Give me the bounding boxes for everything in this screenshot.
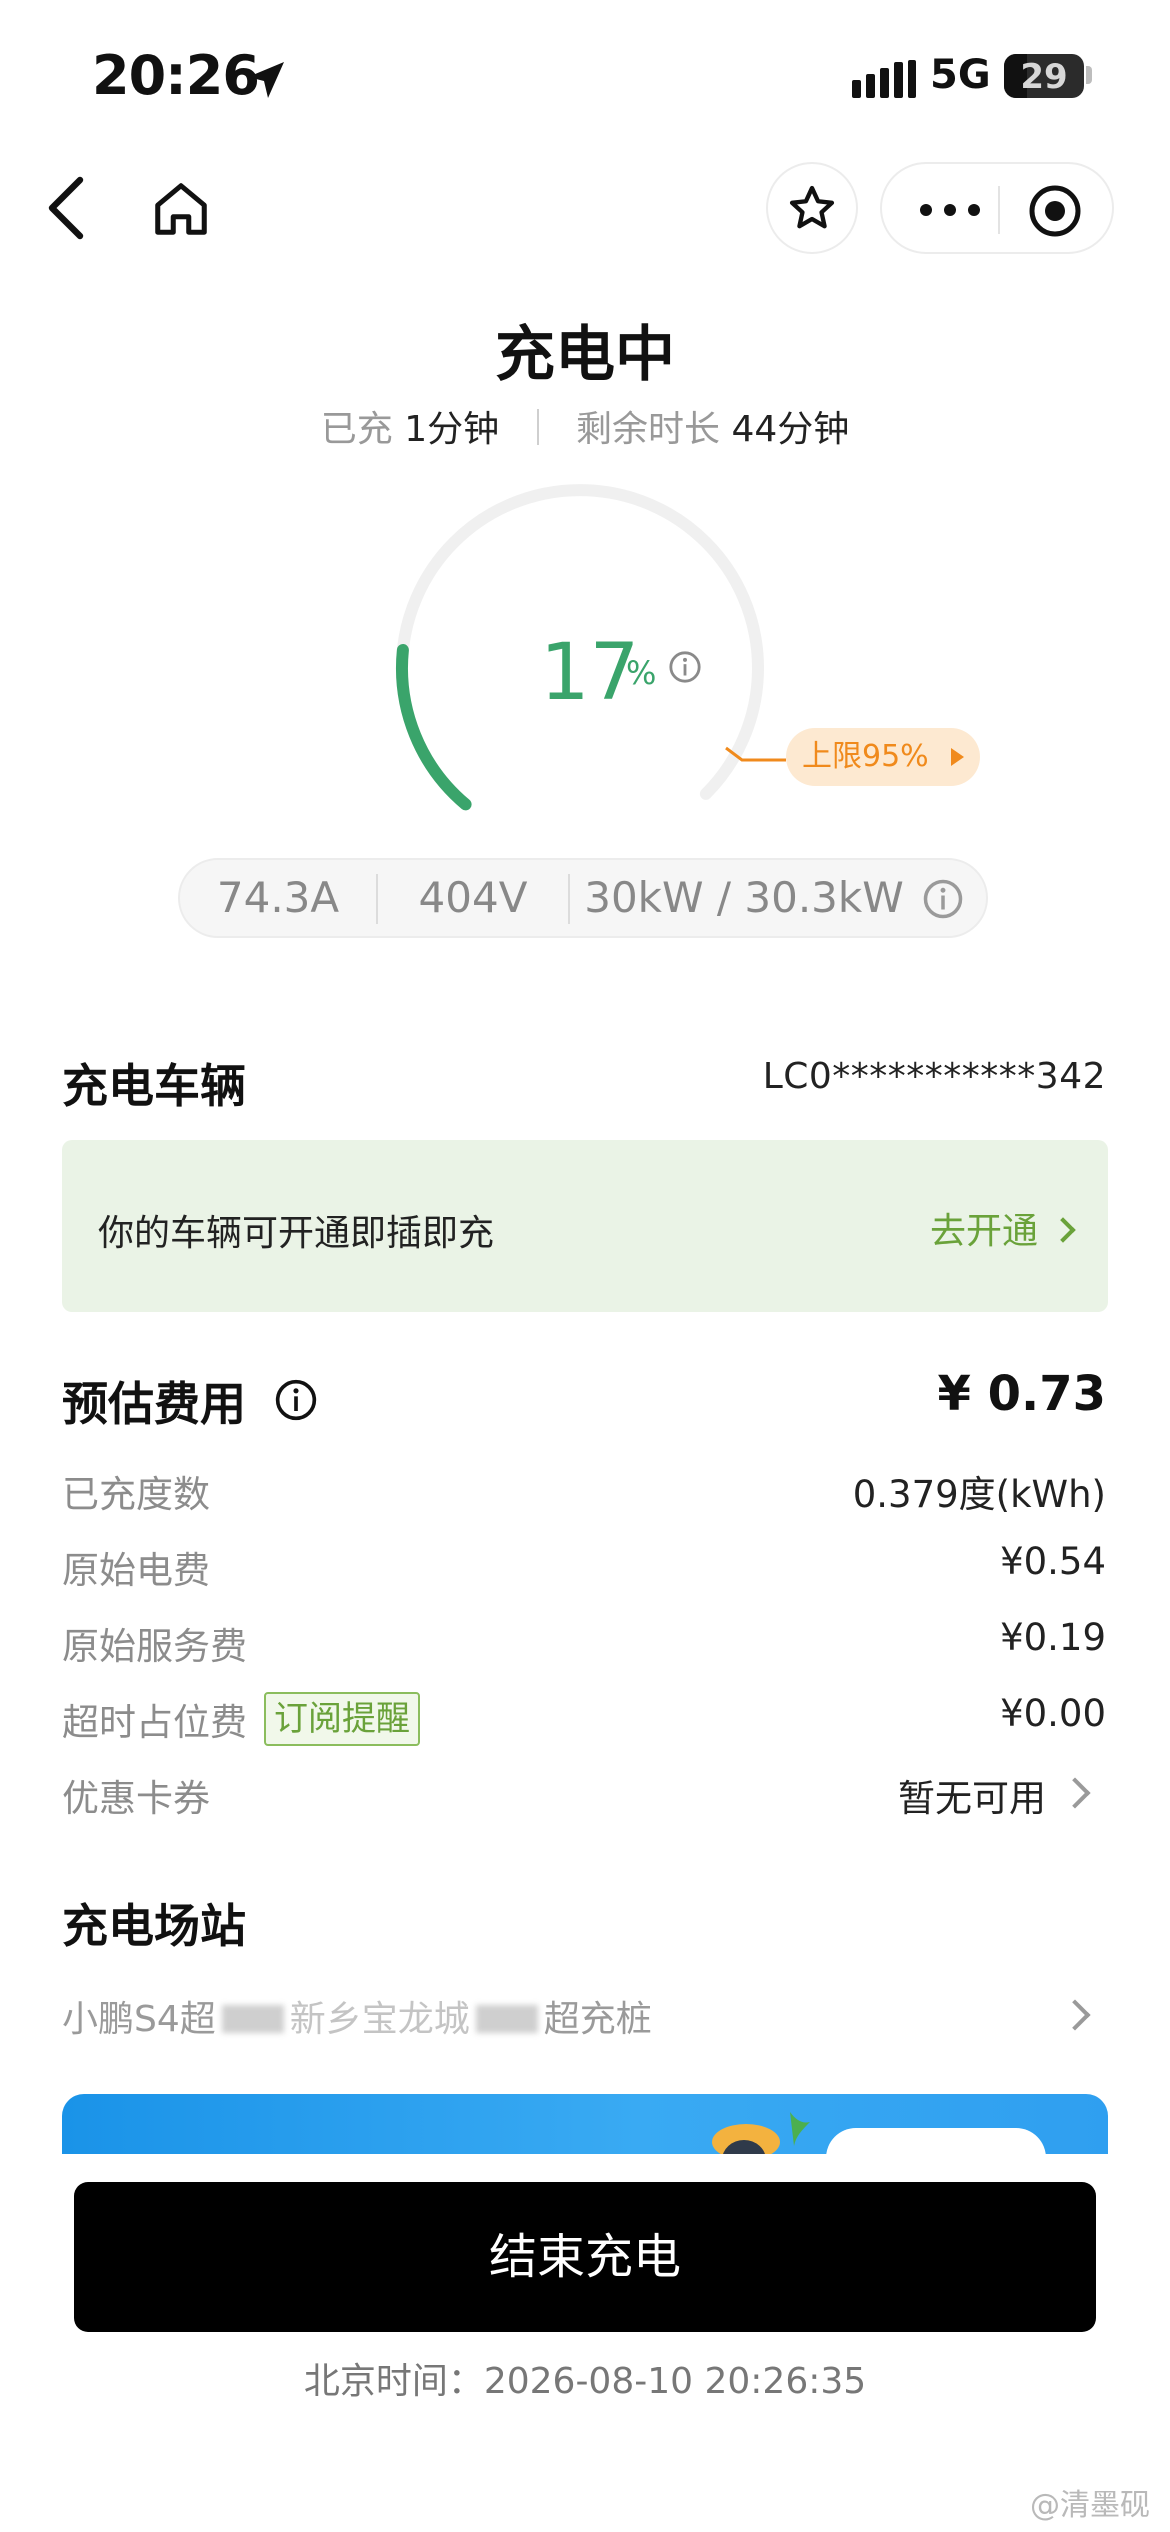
voltage-value: 404V: [418, 873, 528, 922]
fee-row-label: 原始电费: [62, 1549, 210, 1592]
fee-row-value: 0.379度(kWh): [852, 1473, 1106, 1516]
charge-percent: 17: [540, 628, 640, 718]
home-icon[interactable]: [150, 178, 212, 240]
play-triangle-icon: [951, 748, 964, 766]
power-value: 30kW / 30.3kW: [584, 873, 904, 922]
favorite-button[interactable]: [766, 162, 858, 254]
close-target-icon[interactable]: [1028, 184, 1082, 238]
charge-limit-chip[interactable]: 上限95%: [786, 728, 980, 786]
station-name-end: 超充桩: [543, 1999, 652, 2040]
station-name-start: 小鹏S4超: [62, 1999, 216, 2040]
charging-metrics: 74.3A 404V 30kW / 30.3kW: [178, 858, 988, 938]
fee-row-label: 已充度数: [62, 1473, 210, 1516]
fee-row-value: ¥0.00: [1000, 1692, 1106, 1735]
redacted-block: [475, 2005, 538, 2033]
battery-cap: [1086, 66, 1092, 84]
mascot-image: [712, 2112, 810, 2154]
fee-row-value: ¥0.19: [1000, 1616, 1106, 1659]
capsule-divider: [998, 186, 1000, 234]
signal-strength-icon: [852, 60, 916, 98]
current-value: 74.3A: [216, 873, 340, 922]
charge-duration-line: 已充 1分钟 剩余时长 44分钟: [0, 400, 1170, 452]
chevron-right-icon: [1050, 1217, 1076, 1243]
percent-sign: %: [626, 654, 657, 692]
fee-row-label: 原始服务费: [62, 1625, 247, 1668]
chevron-right-icon[interactable]: [1059, 1999, 1091, 2031]
charge-limit-label: 上限95%: [802, 739, 929, 774]
charged-label: 已充: [320, 409, 393, 450]
subscribe-reminder-tag[interactable]: 订阅提醒: [264, 1692, 420, 1746]
vehicle-section-title: 充电车辆: [62, 1059, 246, 1113]
info-icon[interactable]: [668, 650, 702, 684]
vehicle-vin: LC0***********342: [762, 1056, 1106, 1097]
fee-row-value: ¥0.54: [1000, 1540, 1106, 1583]
gauge-progress-arc: [396, 644, 472, 811]
promo-button[interactable]: [826, 2128, 1046, 2154]
station-name-mid: 新乡宝龙城: [289, 1999, 470, 2040]
charged-value: 1分钟: [404, 409, 500, 450]
battery-level: 29: [1020, 57, 1068, 97]
activate-link-label: 去开通: [929, 1211, 1038, 1252]
station-section-title: 充电场站: [62, 1899, 246, 1953]
station-name[interactable]: 小鹏S4超 新乡宝龙城 超充桩: [62, 1990, 652, 2042]
info-icon[interactable]: [274, 1378, 318, 1422]
page-title: 充电中: [495, 320, 675, 390]
limit-marker-line: [725, 746, 786, 762]
mini-program-capsule: [880, 162, 1114, 254]
end-charging-button[interactable]: 结束充电: [74, 2182, 1096, 2332]
fee-row-label: 超时占位费: [62, 1701, 247, 1744]
watermark: @清墨砚: [1030, 2488, 1150, 2523]
banner-text: 你的车辆可开通即插即充: [98, 1213, 495, 1254]
more-icon[interactable]: [918, 200, 982, 220]
status-time: 20:26: [92, 44, 260, 107]
battery-icon: 29: [1004, 54, 1084, 98]
duration-divider: [536, 409, 539, 445]
coupon-row-value[interactable]: 暂无可用: [898, 1768, 1046, 1822]
beijing-time: 北京时间：2026-08-10 20:26:35: [303, 2361, 867, 2402]
plug-and-charge-banner[interactable]: 你的车辆可开通即插即充 去开通: [62, 1140, 1108, 1312]
location-arrow-icon: [248, 62, 284, 98]
fee-total: ¥ 0.73: [937, 1366, 1106, 1422]
remaining-label: 剩余时长: [576, 409, 721, 450]
remaining-value: 44分钟: [731, 409, 850, 450]
promo-banner[interactable]: [62, 2094, 1108, 2154]
chevron-right-icon[interactable]: [1059, 1777, 1091, 1809]
star-icon: [789, 185, 835, 229]
coupon-row-label: 优惠卡券: [62, 1777, 210, 1820]
activate-link[interactable]: 去开通: [929, 1202, 1076, 1254]
fee-section-title: 预估费用: [62, 1377, 246, 1431]
redacted-block: [221, 2005, 284, 2033]
back-icon[interactable]: [40, 172, 96, 244]
network-type: 5G: [930, 52, 991, 98]
info-icon[interactable]: [922, 878, 964, 920]
